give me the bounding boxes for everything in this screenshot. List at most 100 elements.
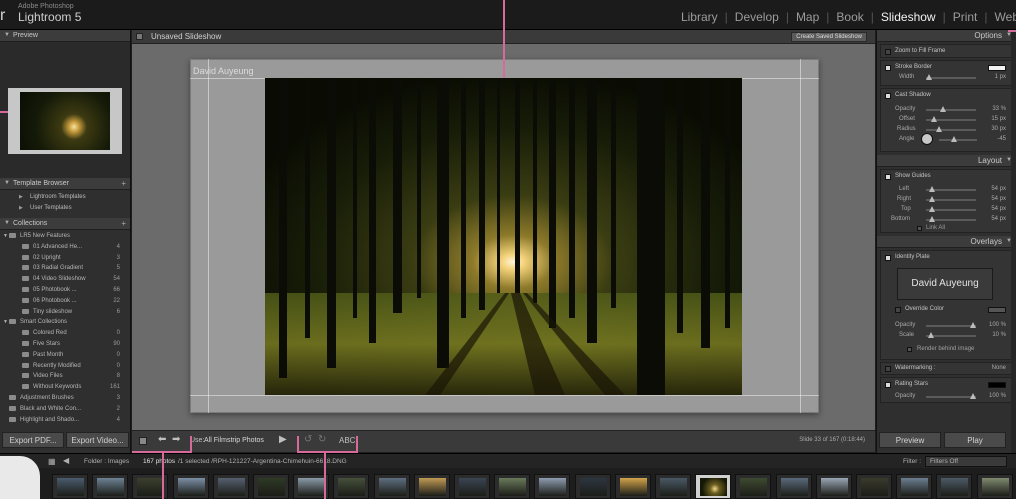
cast-shadow-checkbox[interactable] <box>885 93 891 99</box>
shadow-radius-slider[interactable] <box>926 126 976 132</box>
watermark-dropdown[interactable]: None <box>992 365 1006 371</box>
filmstrip-thumbnail[interactable] <box>775 474 812 499</box>
expand-triangle-icon[interactable]: ▼ <box>3 233 8 239</box>
filmstrip-thumbnail[interactable] <box>655 474 691 499</box>
module-web[interactable]: Web <box>988 10 1016 24</box>
export-pdf-button[interactable]: Export PDF... <box>2 432 64 448</box>
show-guides-checkbox[interactable] <box>885 174 891 180</box>
slider-knob[interactable] <box>936 126 942 132</box>
collection-item[interactable]: Video Files 8 <box>0 371 130 382</box>
previous-slide-icon[interactable]: ⬅ <box>158 434 166 445</box>
width-slider[interactable] <box>926 74 976 80</box>
slider-knob[interactable] <box>970 322 976 328</box>
add-collection-icon[interactable]: + <box>121 219 126 228</box>
expand-triangle-icon[interactable]: ▼ <box>3 319 8 325</box>
filmstrip-back-icon[interactable]: ◀ <box>63 456 69 465</box>
folder-source[interactable]: Folder : Images <box>84 458 129 465</box>
module-library[interactable]: Library <box>674 10 725 24</box>
play-preview-icon[interactable]: ▶ <box>279 434 287 445</box>
filmstrip-thumbnail[interactable] <box>936 474 973 499</box>
filmstrip-thumbnail[interactable] <box>856 474 892 499</box>
filmstrip-thumbnail[interactable] <box>253 474 289 499</box>
add-template-icon[interactable]: + <box>121 179 126 188</box>
shadow-angle-slider[interactable] <box>939 136 977 142</box>
slider-knob[interactable] <box>929 186 935 192</box>
module-map[interactable]: Map <box>789 10 826 24</box>
link-all-checkbox[interactable] <box>917 226 922 231</box>
rotate-right-icon[interactable]: ↻ <box>318 434 326 445</box>
slider-knob[interactable] <box>929 196 935 202</box>
panel-toggle-icon[interactable] <box>136 33 143 40</box>
overlays-panel-header[interactable]: Overlays ▼ <box>877 236 1016 248</box>
layout-guide-right[interactable] <box>800 59 801 413</box>
filmstrip-thumbnail[interactable] <box>212 474 249 499</box>
watermark-checkbox[interactable] <box>885 366 891 372</box>
override-color-swatch[interactable] <box>988 307 1006 313</box>
collection-item[interactable]: Five Stars 90 <box>0 339 130 350</box>
options-panel-header[interactable]: Options ▼ <box>877 30 1016 42</box>
angle-dial-icon[interactable] <box>921 133 933 145</box>
preview-button[interactable]: Preview <box>879 432 941 448</box>
collection-item[interactable]: Colored Red 0 <box>0 328 130 339</box>
stroke-color-swatch[interactable] <box>988 65 1006 71</box>
layout-guide-bottom[interactable] <box>190 395 819 396</box>
filmstrip-thumbnail[interactable] <box>695 474 732 499</box>
rating-opacity-slider[interactable] <box>926 393 976 399</box>
slider-knob[interactable] <box>931 116 937 122</box>
stop-square-icon[interactable] <box>139 437 147 445</box>
stroke-border-checkbox[interactable] <box>885 65 891 71</box>
module-print[interactable]: Print <box>946 10 985 24</box>
slider-knob[interactable] <box>951 136 957 142</box>
create-saved-slideshow-button[interactable]: Create Saved Slideshow <box>791 32 867 42</box>
collection-item[interactable]: ▼ LR5 New Features <box>0 231 130 242</box>
collection-item[interactable]: Highlight and Shado... 4 <box>0 415 130 426</box>
collection-item[interactable]: Recently Modified 0 <box>0 361 130 372</box>
collection-item[interactable]: 01 Advanced He... 4 <box>0 242 130 253</box>
collection-item[interactable]: 02 Upright 3 <box>0 253 130 264</box>
filmstrip-thumbnail[interactable] <box>494 474 531 499</box>
collection-item[interactable]: 03 Radial Gradient 5 <box>0 263 130 274</box>
filmstrip-thumbnail[interactable] <box>534 474 571 499</box>
next-slide-icon[interactable]: ➡ <box>172 434 180 445</box>
guide-right-slider[interactable] <box>926 196 976 202</box>
play-button[interactable]: Play <box>944 432 1006 448</box>
template-folder[interactable]: ▶ Lightroom Templates <box>0 192 130 203</box>
identity-opacity-slider[interactable] <box>926 322 976 328</box>
filmstrip-thumbnail[interactable] <box>454 474 490 499</box>
filmstrip-thumbnail[interactable] <box>172 474 209 499</box>
filmstrip-thumbnail[interactable] <box>413 474 450 499</box>
filmstrip-thumbnail[interactable] <box>92 474 129 499</box>
filmstrip-thumbnail[interactable] <box>976 474 1013 499</box>
shadow-offset-slider[interactable] <box>926 116 976 122</box>
collection-item[interactable]: Without Keywords 161 <box>0 382 130 393</box>
collection-item[interactable]: Black and White Con... 2 <box>0 404 130 415</box>
guide-bottom-slider[interactable] <box>926 216 976 222</box>
layout-panel-header[interactable]: Layout ▼ <box>877 155 1016 167</box>
guide-left-slider[interactable] <box>926 186 976 192</box>
export-video-button[interactable]: Export Video... <box>66 432 129 448</box>
module-slideshow[interactable]: Slideshow <box>874 10 943 24</box>
filmstrip-thumbnail[interactable] <box>574 474 611 499</box>
collection-item[interactable]: Adjustment Brushes 3 <box>0 393 130 404</box>
grid-view-icon[interactable]: ▦ <box>48 457 56 466</box>
shadow-opacity-slider[interactable] <box>926 106 976 112</box>
filmstrip-thumbnail[interactable] <box>614 474 651 499</box>
add-text-button[interactable]: ABC <box>339 436 355 445</box>
slider-knob[interactable] <box>926 74 932 80</box>
render-behind-checkbox[interactable] <box>907 347 912 352</box>
filmstrip-thumbnail[interactable] <box>735 474 772 499</box>
slider-knob[interactable] <box>929 206 935 212</box>
collections-header[interactable]: ▼ Collections + <box>0 218 130 230</box>
collection-item[interactable]: 05 Photobook ... 66 <box>0 285 130 296</box>
layout-guide-left[interactable] <box>208 59 209 413</box>
collection-item[interactable]: Tiny slideshow 6 <box>0 307 130 318</box>
identity-plate-checkbox[interactable] <box>885 255 891 261</box>
filmstrip-thumbnail[interactable] <box>333 474 370 499</box>
collection-item[interactable]: ▼ Smart Collections <box>0 317 130 328</box>
zoom-fill-checkbox[interactable] <box>885 49 891 55</box>
template-browser-header[interactable]: ▼ Template Browser + <box>0 178 130 190</box>
rating-stars-color-swatch[interactable] <box>988 382 1006 388</box>
right-panel-scrollbar[interactable] <box>1011 30 1016 453</box>
filmstrip-thumbnail[interactable] <box>52 474 88 499</box>
slider-knob[interactable] <box>970 393 976 399</box>
